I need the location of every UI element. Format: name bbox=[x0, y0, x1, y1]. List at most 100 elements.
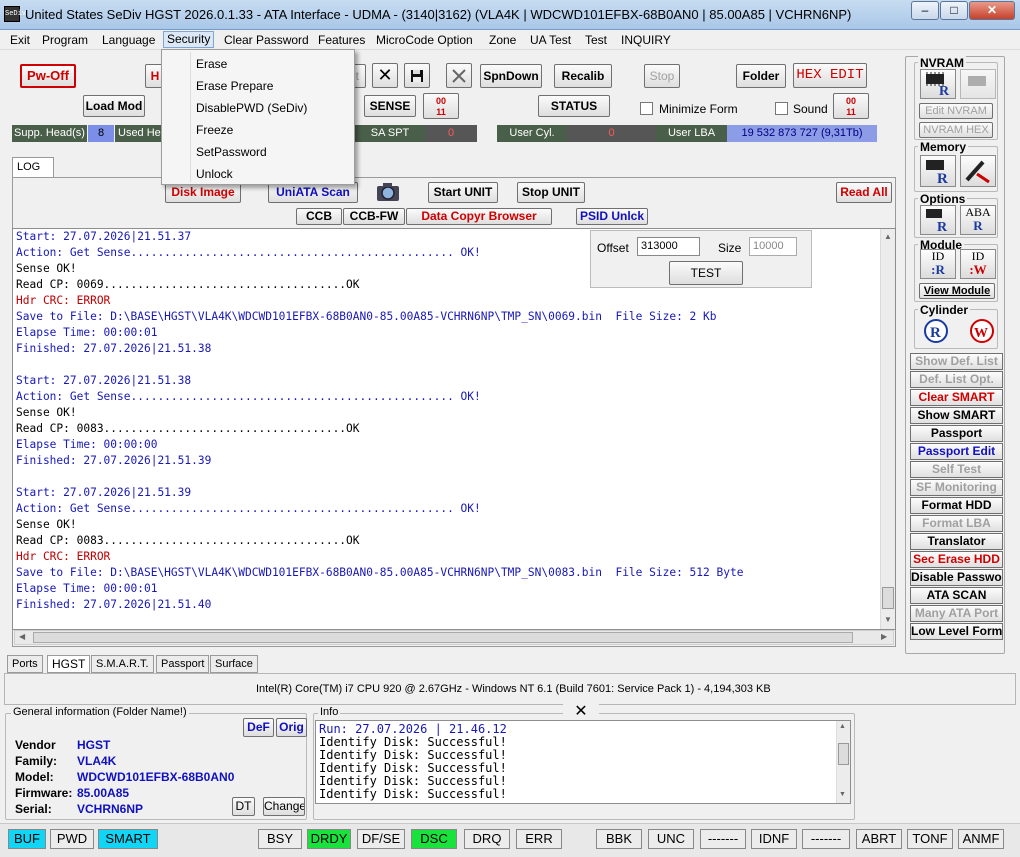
options-read-icon[interactable]: R bbox=[920, 205, 956, 235]
sense-button[interactable]: SENSE bbox=[364, 95, 416, 117]
tab-ports[interactable]: Ports bbox=[7, 655, 43, 673]
menu-item-disable-pwd[interactable]: DisablePWD (SeDiv) bbox=[196, 101, 307, 115]
load-mod-button[interactable]: Load Mod bbox=[83, 95, 145, 117]
menu-item-erase-prepare[interactable]: Erase Prepare bbox=[196, 79, 273, 93]
info-scrollbar[interactable]: ▲ ▼ bbox=[836, 721, 850, 803]
folder-button[interactable]: Folder bbox=[736, 64, 786, 88]
log-horizontal-scrollbar[interactable]: ◀ ▶ bbox=[14, 630, 894, 645]
status-flag-buf: BUF bbox=[8, 829, 46, 849]
action-button-show-smart[interactable]: Show SMART bbox=[910, 407, 1003, 424]
memory-read-icon[interactable]: R bbox=[920, 155, 956, 187]
close-button[interactable]: ✕ bbox=[969, 1, 1015, 20]
ccb-fw-button[interactable]: CCB-FW bbox=[343, 208, 405, 225]
tab-passport[interactable]: Passport bbox=[156, 655, 210, 673]
tab-hgst[interactable]: HGST bbox=[47, 655, 91, 673]
tab-smart[interactable]: S.M.A.R.T. bbox=[91, 655, 154, 673]
action-button-disable-password[interactable]: Disable Password bbox=[910, 569, 1003, 586]
action-button-sec-erase-hdd[interactable]: Sec Erase HDD bbox=[910, 551, 1003, 568]
menu-clear-password[interactable]: Clear Password bbox=[224, 33, 309, 47]
register-badge-icon[interactable]: 00 11 bbox=[423, 93, 459, 119]
uniata-scan-button[interactable]: UniATA Scan bbox=[268, 182, 358, 203]
register-badge-icon[interactable]: 00 11 bbox=[833, 93, 869, 119]
log-output[interactable]: Start: 27.07.2026|21.51.37 Action: Get Se… bbox=[12, 228, 896, 630]
orig-button[interactable]: Orig bbox=[276, 718, 307, 737]
minimize-button[interactable]: – bbox=[911, 1, 939, 20]
menu-item-set-password[interactable]: SetPassword bbox=[196, 145, 267, 159]
cylinder-read-icon[interactable]: R bbox=[922, 318, 950, 344]
info-output[interactable]: Run: 27.07.2026 | 21.46.12 Identify Disk:… bbox=[315, 720, 851, 804]
module-read-icon[interactable]: ID:R bbox=[920, 249, 956, 279]
menu-features[interactable]: Features bbox=[318, 33, 365, 47]
power-off-button[interactable]: Pw-Off bbox=[20, 64, 76, 88]
nvram-write-icon[interactable] bbox=[960, 69, 996, 99]
disk-image-button[interactable]: Disk Image bbox=[165, 182, 241, 203]
nvram-hex-button[interactable]: NVRAM HEX bbox=[919, 122, 993, 138]
action-button-low-level-format[interactable]: Low Level Format bbox=[910, 623, 1003, 640]
menu-inquiry[interactable]: INQUIRY bbox=[621, 33, 671, 47]
svg-text:R: R bbox=[930, 325, 941, 341]
module-write-icon[interactable]: ID:W bbox=[960, 249, 996, 279]
stop-unit-button[interactable]: Stop UNIT bbox=[517, 182, 585, 203]
general-info-value: 85.00A85 bbox=[77, 786, 130, 800]
menu-exit[interactable]: Exit bbox=[10, 33, 30, 47]
action-button-sf-monitoring[interactable]: SF Monitoring bbox=[910, 479, 1003, 496]
camera-icon[interactable] bbox=[374, 179, 402, 205]
save-icon[interactable] bbox=[404, 63, 430, 88]
maximize-button[interactable]: □ bbox=[940, 1, 968, 20]
nvram-read-icon[interactable]: R bbox=[920, 69, 956, 99]
action-button-clear-smart[interactable]: Clear SMART bbox=[910, 389, 1003, 406]
menu-item-unlock[interactable]: Unlock bbox=[196, 167, 233, 181]
wrench-icon[interactable] bbox=[446, 63, 472, 88]
menu-language[interactable]: Language bbox=[102, 33, 155, 47]
status-button[interactable]: STATUS bbox=[538, 95, 610, 117]
tab-log[interactable]: LOG bbox=[12, 157, 54, 177]
action-button-passport[interactable]: Passport bbox=[910, 425, 1003, 442]
read-all-button[interactable]: Read All bbox=[836, 182, 892, 203]
action-button-def-list-opt[interactable]: Def. List Opt. bbox=[910, 371, 1003, 388]
start-unit-button[interactable]: Start UNIT bbox=[428, 182, 498, 203]
tab-surface[interactable]: Surface bbox=[210, 655, 258, 673]
offset-panel: Offset 313000 Size 10000 TEST bbox=[590, 230, 812, 288]
status-flag-smart: SMART bbox=[98, 829, 158, 849]
data-copyr-browser-button[interactable]: Data Copyr Browser bbox=[406, 208, 552, 225]
menu-zone[interactable]: Zone bbox=[489, 33, 516, 47]
log-vertical-scrollbar[interactable]: ▲ ▼ bbox=[880, 229, 895, 629]
log-line: Start: 27.07.2026|21.51.38 bbox=[16, 374, 192, 387]
close-x-icon[interactable]: ✕ bbox=[372, 63, 398, 88]
edit-nvram-button[interactable]: Edit NVRAM bbox=[919, 103, 993, 119]
recalib-button[interactable]: Recalib bbox=[554, 64, 612, 88]
aba-read-icon[interactable]: ABA R bbox=[960, 205, 996, 235]
action-button-format-hdd[interactable]: Format HDD bbox=[910, 497, 1003, 514]
cylinder-write-icon[interactable]: W bbox=[968, 318, 996, 344]
stop-button[interactable]: Stop bbox=[644, 64, 680, 88]
menu-ua-test[interactable]: UA Test bbox=[530, 33, 571, 47]
size-input[interactable]: 10000 bbox=[749, 237, 797, 256]
action-button-format-lba[interactable]: Format LBA bbox=[910, 515, 1003, 532]
action-button-translator[interactable]: Translator bbox=[910, 533, 1003, 550]
menu-item-erase[interactable]: Erase bbox=[196, 57, 227, 71]
psid-unlock-button[interactable]: PSID Unlck bbox=[576, 208, 648, 225]
hex-edit-button[interactable]: HEX EDIT bbox=[793, 63, 867, 88]
menu-microcode-option[interactable]: MicroCode Option bbox=[376, 33, 473, 47]
test-button[interactable]: TEST bbox=[669, 261, 743, 285]
view-module-button[interactable]: View Module bbox=[919, 283, 995, 299]
menu-security[interactable]: Security bbox=[163, 31, 215, 48]
memory-write-icon[interactable] bbox=[960, 155, 996, 187]
change-button[interactable]: Change bbox=[263, 797, 305, 816]
menu-test[interactable]: Test bbox=[585, 33, 607, 47]
sound-checkbox[interactable] bbox=[775, 102, 788, 115]
action-button-many-ata-port[interactable]: Many ATA Port bbox=[910, 605, 1003, 622]
ccb-button[interactable]: CCB bbox=[296, 208, 342, 225]
dt-button[interactable]: DT bbox=[232, 797, 255, 816]
offset-input[interactable]: 313000 bbox=[637, 237, 700, 256]
minimize-form-checkbox[interactable] bbox=[640, 102, 653, 115]
action-button-passport-edit[interactable]: Passport Edit bbox=[910, 443, 1003, 460]
def-button[interactable]: DeF bbox=[243, 718, 274, 737]
menu-item-freeze[interactable]: Freeze bbox=[196, 123, 233, 137]
spindown-button[interactable]: SpnDown bbox=[480, 64, 542, 88]
menu-program[interactable]: Program bbox=[42, 33, 88, 47]
info-close-icon[interactable]: ✕ bbox=[563, 704, 599, 721]
action-button-ata-scan[interactable]: ATA SCAN bbox=[910, 587, 1003, 604]
action-button-show-def-list[interactable]: Show Def. List bbox=[910, 353, 1003, 370]
action-button-self-test[interactable]: Self Test bbox=[910, 461, 1003, 478]
